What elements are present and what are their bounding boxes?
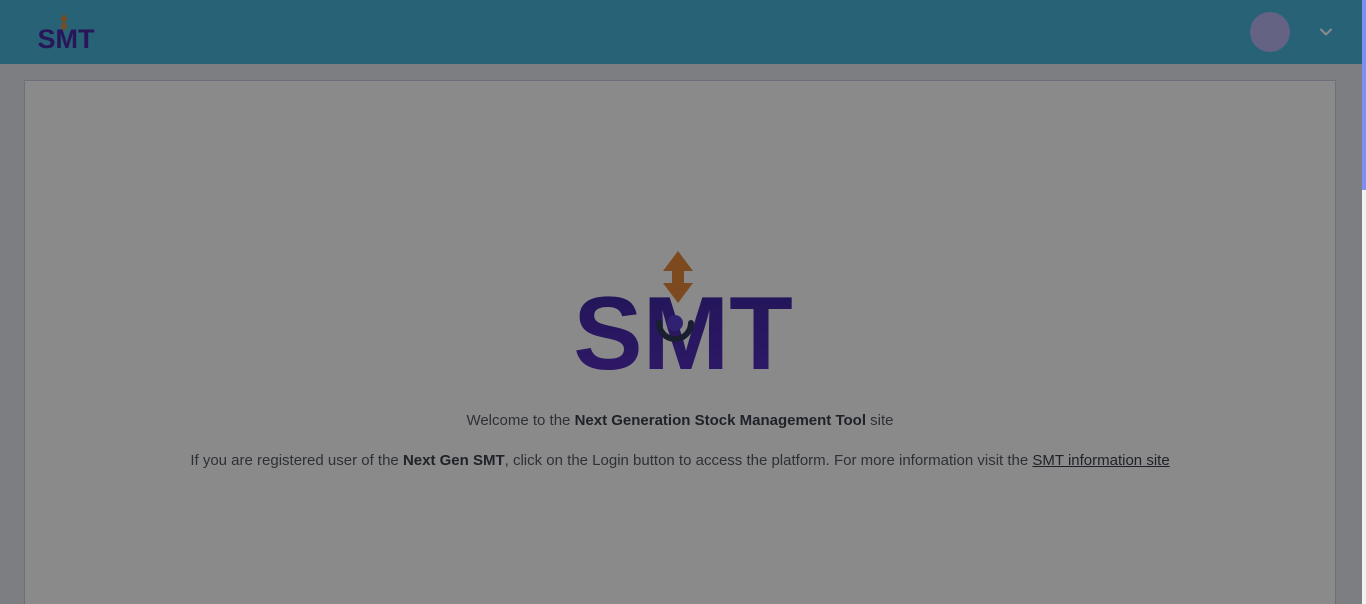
scrollbar-thumb[interactable] xyxy=(1362,0,1366,190)
vertical-scrollbar[interactable] xyxy=(1362,0,1366,604)
page: SMT SMT Welcome to the Next Generation S… xyxy=(0,0,1366,604)
modal-backdrop[interactable] xyxy=(0,0,1362,604)
